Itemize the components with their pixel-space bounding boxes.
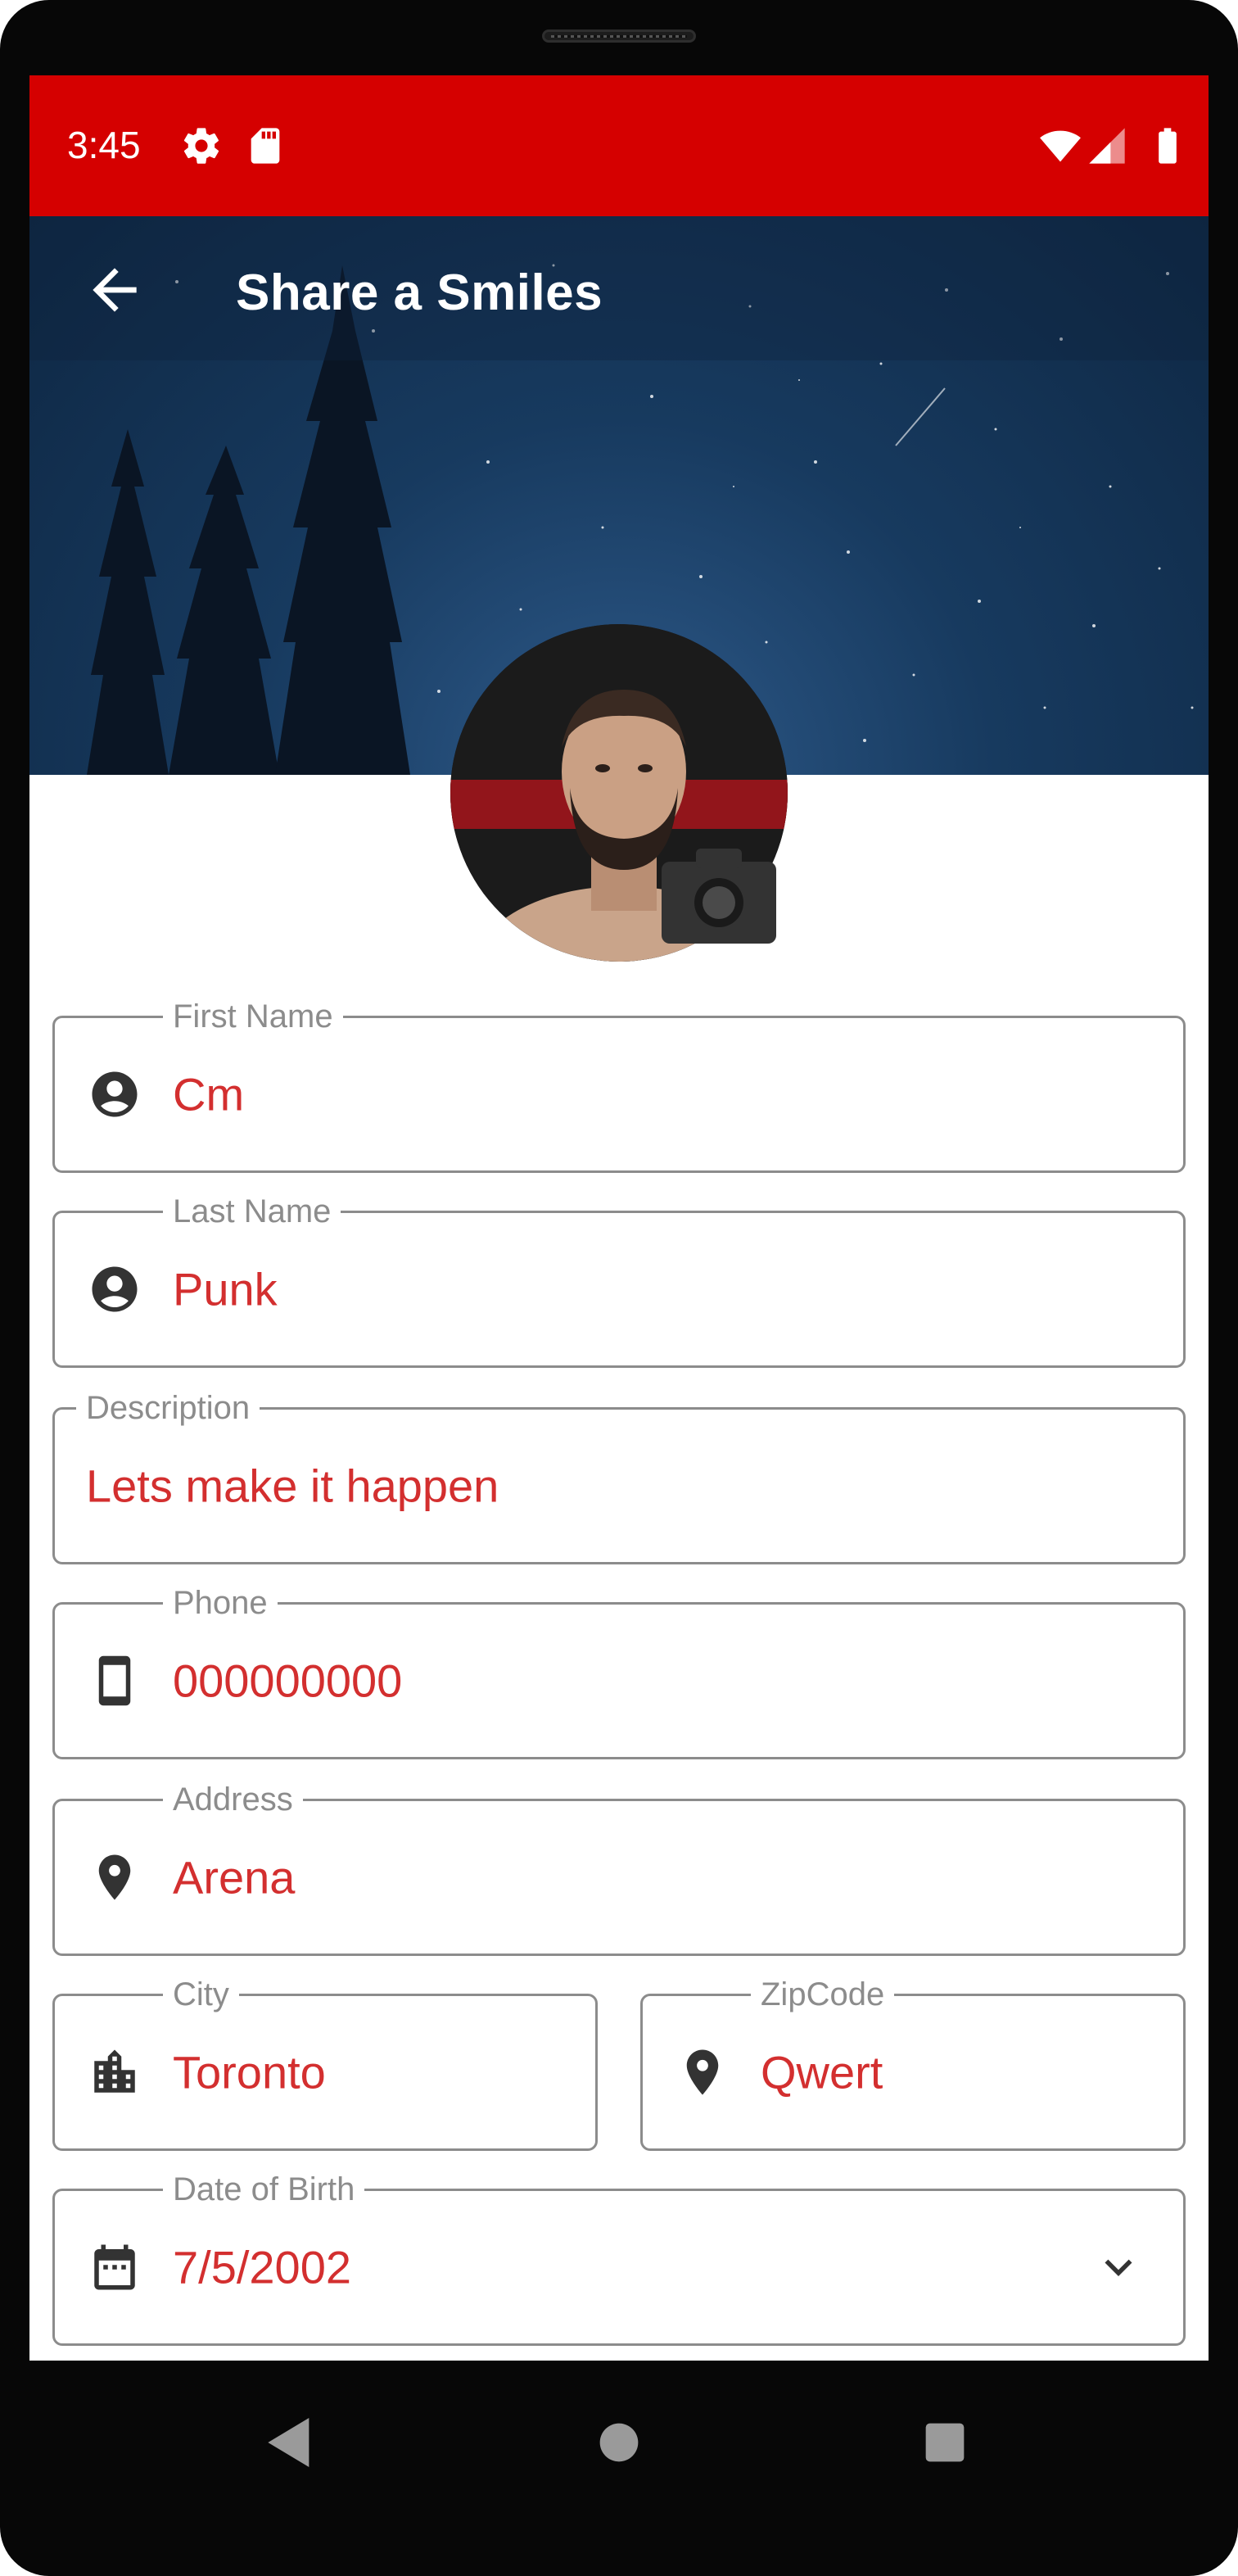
account-circle-icon <box>92 1266 138 1312</box>
last-name-label: Last Name <box>163 1193 341 1229</box>
zipcode-field[interactable]: ZipCode Qwert <box>640 1976 1186 2151</box>
address-label: Address <box>163 1781 303 1818</box>
last-name-field[interactable]: Last Name Punk <box>52 1193 1186 1368</box>
smartphone-icon <box>98 1655 131 1706</box>
date-of-birth-label: Date of Birth <box>163 2171 365 2207</box>
location-pin-icon <box>686 2049 719 2095</box>
date-of-birth-input[interactable]: 7/5/2002 <box>173 2241 351 2294</box>
phone-label: Phone <box>163 1585 278 1621</box>
status-time: 3:45 <box>67 124 141 166</box>
address-input[interactable]: Arena <box>173 1851 295 1904</box>
description-label: Description <box>76 1390 260 1426</box>
calendar-icon <box>94 2244 135 2290</box>
battery-icon <box>1159 128 1177 164</box>
arrow-back-icon[interactable] <box>82 257 147 323</box>
chevron-down-icon[interactable] <box>1091 2240 1145 2294</box>
home-circle-icon[interactable] <box>586 2410 652 2475</box>
camera-icon[interactable] <box>660 844 778 945</box>
recents-square-icon[interactable] <box>912 2410 978 2475</box>
description-input[interactable]: Lets make it happen <box>86 1460 499 1513</box>
city-icon <box>94 2049 135 2093</box>
sd-card-icon <box>251 128 280 164</box>
back-triangle-icon[interactable] <box>257 2410 323 2475</box>
address-field[interactable]: Address Arena <box>52 1781 1186 1956</box>
earpiece-speaker <box>542 29 696 43</box>
page-title: Share a Smiles <box>236 265 603 321</box>
city-field[interactable]: City Toronto <box>52 1976 598 2151</box>
first-name-field[interactable]: First Name Cm <box>52 998 1186 1173</box>
last-name-input[interactable]: Punk <box>173 1263 278 1316</box>
first-name-input[interactable]: Cm <box>173 1068 244 1121</box>
system-nav-bar <box>0 2361 1238 2524</box>
phone-frame: 3:45 Share a Smiles First Name Cm Last N… <box>0 0 1238 2576</box>
wifi-icon <box>1040 130 1081 162</box>
phone-input[interactable]: 000000000 <box>173 1655 402 1708</box>
date-of-birth-field[interactable]: Date of Birth 7/5/2002 <box>52 2171 1186 2346</box>
city-input[interactable]: Toronto <box>173 2046 326 2099</box>
first-name-label: First Name <box>163 998 343 1034</box>
gear-icon <box>183 128 219 164</box>
description-field[interactable]: Description Lets make it happen <box>52 1390 1186 1564</box>
app-screen: 3:45 Share a Smiles First Name Cm Last N… <box>29 75 1209 2361</box>
zipcode-label: ZipCode <box>751 1976 895 2012</box>
account-circle-icon <box>92 1071 138 1117</box>
signal-icon <box>1089 128 1125 164</box>
zipcode-input[interactable]: Qwert <box>761 2046 883 2099</box>
app-bar <box>29 216 1209 360</box>
city-label: City <box>163 1976 239 2012</box>
location-pin-icon <box>98 1854 131 1900</box>
status-bar: 3:45 <box>29 75 1209 216</box>
phone-field[interactable]: Phone 000000000 <box>52 1585 1186 1759</box>
